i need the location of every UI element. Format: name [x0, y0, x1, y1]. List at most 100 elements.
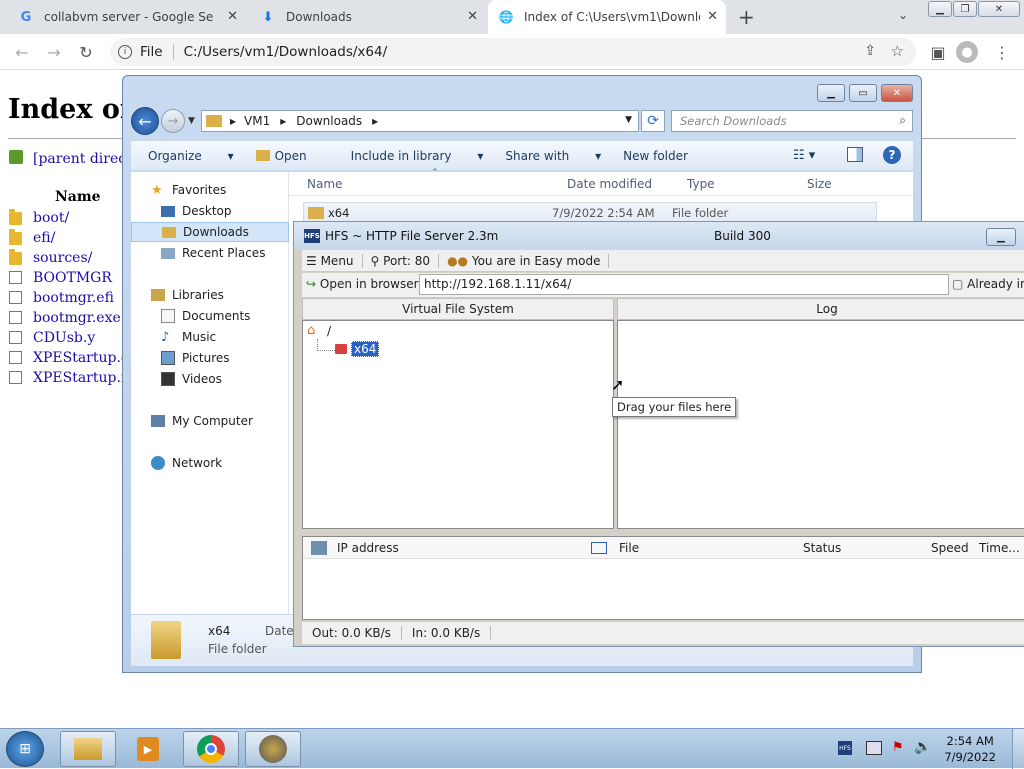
nav-documents[interactable]: Documents — [131, 306, 289, 326]
address-dropdown-icon[interactable]: ▼ — [625, 115, 632, 125]
organize-button[interactable]: Organize ▾ — [148, 149, 234, 163]
tray-volume-icon[interactable]: 🔈 — [914, 739, 931, 755]
nav-network[interactable]: Network — [131, 453, 289, 473]
vfs-folder-x64[interactable]: x64 — [351, 341, 380, 357]
already-in-button[interactable]: ▢ Already in — [952, 277, 1024, 291]
taskbar-chrome[interactable] — [183, 731, 239, 767]
explorer-maximize-button[interactable]: ▭ — [849, 84, 877, 102]
tray-flag-icon[interactable]: ⚑ — [892, 740, 904, 755]
nav-my-computer[interactable]: My Computer — [131, 411, 289, 431]
search-icon[interactable]: ⌕ — [899, 113, 906, 128]
open-in-browser-button[interactable]: ↪ Open in browser — [306, 277, 419, 291]
link-xpestartup-in[interactable]: XPEStartup.in — [33, 370, 134, 386]
share-icon[interactable]: ⇪ — [864, 43, 876, 59]
new-folder-button[interactable]: New folder — [623, 149, 688, 163]
open-button[interactable]: Open — [255, 149, 329, 163]
side-panel-icon[interactable]: ▣ — [926, 40, 950, 64]
show-desktop-button[interactable] — [1012, 729, 1024, 769]
log-panel[interactable] — [617, 320, 1024, 529]
info-icon[interactable]: i — [118, 45, 132, 59]
nav-libraries[interactable]: Libraries — [131, 285, 289, 305]
explorer-close-button[interactable]: ✕ — [881, 84, 913, 102]
reload-icon[interactable]: ↻ — [74, 40, 98, 64]
column-status[interactable]: Status — [803, 541, 841, 555]
hfs-mode-button[interactable]: ●● You are in Easy mode — [439, 253, 610, 268]
forward-arrow-icon[interactable]: → — [42, 40, 66, 64]
hfs-menu-button[interactable]: ☰ Menu — [302, 253, 363, 268]
back-arrow-icon[interactable]: ← — [10, 40, 34, 64]
column-file[interactable]: File — [619, 541, 639, 555]
column-type[interactable]: Type — [687, 177, 715, 191]
new-tab-button[interactable]: + — [738, 5, 755, 29]
column-name[interactable]: Name — [307, 177, 342, 191]
explorer-search-input[interactable]: Search Downloads ⌕ — [671, 110, 913, 132]
link-bootmgr-exe[interactable]: bootmgr.exe — [33, 310, 121, 326]
explorer-back-button[interactable]: ← — [131, 107, 159, 135]
view-options-icon[interactable]: ☷ ▾ — [793, 148, 815, 163]
profile-avatar-icon[interactable]: ● — [956, 41, 978, 63]
restore-button[interactable]: ❐ — [953, 1, 977, 17]
close-window-button[interactable]: ✕ — [978, 1, 1020, 17]
taskbar-media-player[interactable]: ▶ — [120, 731, 176, 767]
in-speed: In: 0.0 KB/s — [402, 626, 492, 640]
tray-hfs-icon[interactable]: HFS — [838, 741, 852, 755]
close-tab-icon[interactable]: ✕ — [467, 9, 478, 24]
refresh-icon[interactable]: ⟳ — [641, 110, 665, 132]
nav-music[interactable]: ♪ Music — [131, 327, 289, 347]
nav-downloads[interactable]: Downloads — [131, 222, 289, 242]
tray-network-icon[interactable] — [866, 741, 882, 755]
nav-videos[interactable]: Videos — [131, 369, 289, 389]
bookmark-star-icon[interactable]: ☆ — [891, 42, 904, 60]
recent-pages-chevron-icon[interactable]: ▼ — [188, 116, 195, 126]
column-speed[interactable]: Speed — [931, 541, 969, 555]
mouse-cursor-icon: ➚ — [611, 375, 625, 394]
column-time[interactable]: Time... — [979, 541, 1020, 555]
hfs-port-button[interactable]: ⚲ Port: 80 — [363, 253, 440, 268]
file-icon — [9, 271, 22, 284]
address-bar[interactable]: i File C:/Users/vm1/Downloads/x64/ ⇪ ☆ — [110, 38, 916, 66]
explorer-address-bar[interactable]: ▸ VM1 ▸ Downloads ▸ ▼ — [201, 110, 639, 132]
share-with-button[interactable]: Share with ▾ — [505, 149, 601, 163]
tab-google-search[interactable]: G collabvm server - Google Search ✕ — [8, 0, 246, 34]
link-bootmgr[interactable]: BOOTMGR — [33, 270, 112, 286]
nav-recent-places[interactable]: Recent Places — [131, 243, 289, 263]
breadcrumb-vm1[interactable]: VM1 — [244, 114, 270, 128]
link-boot[interactable]: boot/ — [33, 210, 69, 226]
tab-index-of[interactable]: 🌐 Index of C:\Users\vm1\Downloads ✕ — [488, 0, 726, 34]
clock[interactable]: 2:54 AM 7/9/2022 — [944, 733, 996, 765]
menu-kebab-icon[interactable]: ⋮ — [990, 40, 1014, 64]
connections-list[interactable]: IP address File Status Speed Time... — [302, 536, 1024, 620]
nav-desktop[interactable]: Desktop — [131, 201, 289, 221]
link-cdusb[interactable]: CDUsb.y — [33, 330, 95, 346]
link-efi[interactable]: efi/ — [33, 230, 55, 246]
hfs-url-field[interactable]: http://192.168.1.11/x64/ — [419, 274, 949, 295]
close-tab-icon[interactable]: ✕ — [707, 9, 718, 24]
close-tab-icon[interactable]: ✕ — [227, 9, 238, 24]
help-icon[interactable]: ? — [883, 146, 901, 164]
link-bootmgr-efi[interactable]: bootmgr.efi — [33, 290, 114, 306]
nav-pictures[interactable]: Pictures — [131, 348, 289, 368]
column-ip-address[interactable]: IP address — [337, 541, 399, 555]
tab-search-chevron-icon[interactable]: ⌄ — [898, 8, 908, 22]
tab-downloads[interactable]: ⬇ Downloads ✕ — [250, 0, 486, 34]
vfs-tree[interactable]: ⌂ / x64 — [302, 320, 614, 529]
link-xpestartup-c[interactable]: XPEStartup.c — [33, 350, 129, 366]
preview-pane-icon[interactable] — [847, 147, 863, 162]
name-column-header[interactable]: Name — [55, 189, 101, 205]
hfs-minimize-button[interactable]: ▁ — [986, 228, 1016, 246]
nav-favorites[interactable]: ★ Favorites — [131, 180, 289, 200]
explorer-forward-button[interactable]: → — [161, 109, 185, 133]
column-date-modified[interactable]: Date modified — [567, 177, 652, 191]
taskbar-explorer[interactable] — [60, 731, 116, 767]
link-sources[interactable]: sources/ — [33, 250, 92, 266]
file-row-x64[interactable]: x64 7/9/2022 2:54 AM File folder — [303, 202, 877, 222]
column-size[interactable]: Size — [807, 177, 832, 191]
minimize-button[interactable]: ▁ — [928, 1, 952, 17]
start-button[interactable]: ⊞ — [6, 731, 44, 767]
include-in-library-button[interactable]: Include in library ▾ — [351, 149, 484, 163]
vfs-root[interactable]: / — [327, 324, 331, 338]
taskbar-hfs[interactable] — [245, 731, 301, 767]
details-type: File folder — [208, 642, 267, 656]
breadcrumb-downloads[interactable]: Downloads — [296, 114, 362, 128]
explorer-minimize-button[interactable]: ▁ — [817, 84, 845, 102]
